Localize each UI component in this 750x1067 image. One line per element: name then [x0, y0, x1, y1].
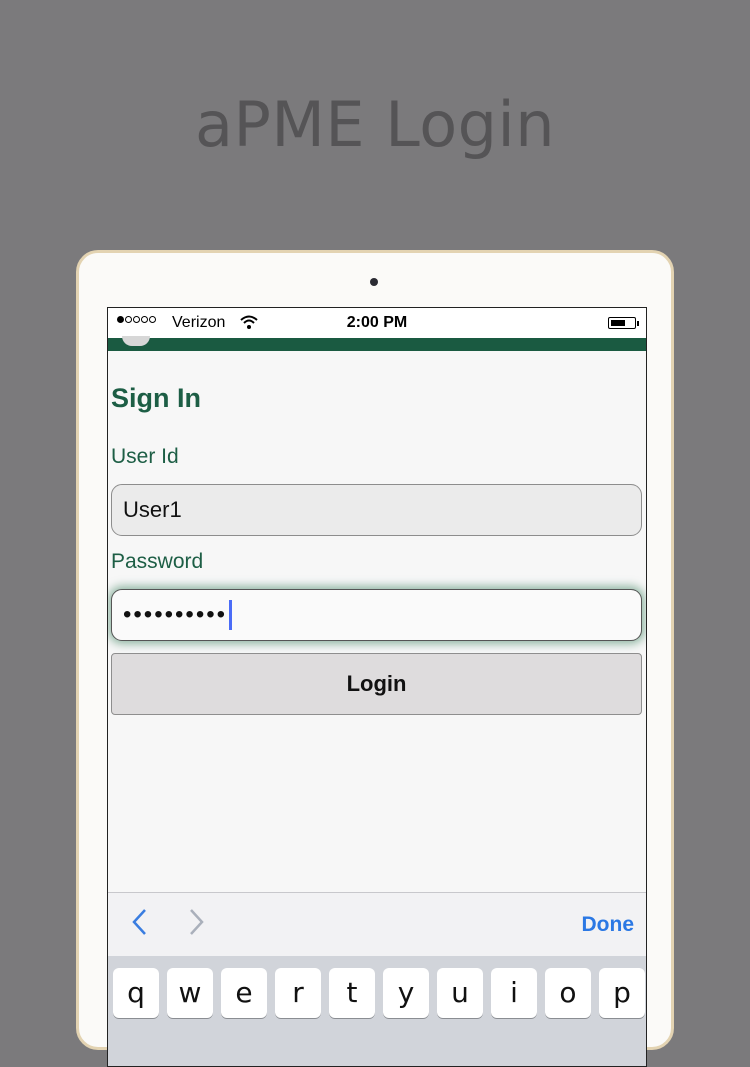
done-button[interactable]: Done: [582, 913, 635, 937]
promo-title: aPME Login: [194, 88, 556, 161]
page-title: Sign In: [111, 383, 201, 413]
battery-icon: [608, 317, 639, 329]
keyboard-accessory-toolbar: Done: [108, 892, 646, 956]
chevron-right-icon[interactable]: [188, 907, 206, 945]
user-id-value: User1: [123, 497, 182, 522]
password-value: ••••••••••: [123, 601, 228, 628]
key-t[interactable]: t: [329, 968, 375, 1018]
key-o[interactable]: o: [545, 968, 591, 1018]
key-i[interactable]: i: [491, 968, 537, 1018]
key-p[interactable]: p: [599, 968, 645, 1018]
status-time: 2:00 PM: [346, 314, 408, 331]
chevron-left-icon[interactable]: [130, 907, 148, 945]
key-y[interactable]: y: [383, 968, 429, 1018]
key-u[interactable]: u: [437, 968, 483, 1018]
key-e[interactable]: e: [221, 968, 267, 1018]
status-bar: Verizon 2:00 PM: [108, 308, 646, 338]
onscreen-keyboard: q w e r t y u i o p: [108, 956, 646, 1066]
user-id-label: User Id: [111, 445, 179, 468]
login-button[interactable]: Login: [111, 653, 642, 715]
key-w[interactable]: w: [167, 968, 213, 1018]
key-r[interactable]: r: [275, 968, 321, 1018]
app-header-bar: [108, 336, 646, 351]
keyboard-row-top: q w e r t y u i o p: [113, 968, 645, 1018]
device-screen: Verizon 2:00 PM Sign In User Id User1 Pa…: [107, 307, 647, 1067]
password-input[interactable]: ••••••••••: [111, 589, 642, 641]
user-id-input[interactable]: User1: [111, 484, 642, 536]
text-cursor: [229, 600, 233, 630]
camera-icon: [370, 278, 378, 286]
key-q[interactable]: q: [113, 968, 159, 1018]
header-logo-icon: [122, 336, 150, 346]
ipad-frame: Verizon 2:00 PM Sign In User Id User1 Pa…: [76, 250, 674, 1067]
password-label: Password: [111, 550, 204, 573]
